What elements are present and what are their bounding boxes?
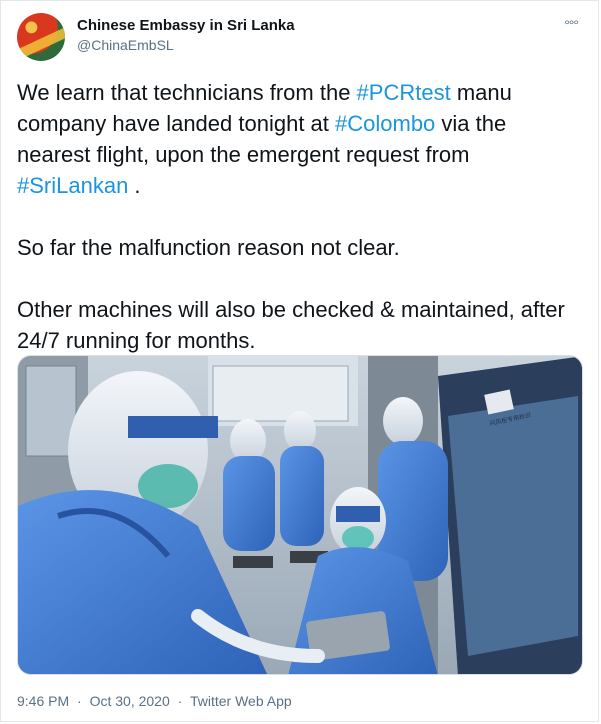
hashtag-link[interactable]: #SriLankan [17,173,128,198]
lab-photo-image: 问风柜专用标识 [18,356,582,674]
separator: · [77,693,82,709]
tweet-text: We learn that technicians from the #PCRt… [17,77,577,356]
tweet-footer: 9:46 PM · Oct 30, 2020 · Twitter Web App [17,693,292,709]
tweet-photo[interactable]: 问风柜专用标识 [17,355,583,675]
tweet-source[interactable]: Twitter Web App [190,693,292,709]
tweet-date[interactable]: Oct 30, 2020 [90,693,170,709]
tweet-paragraph-3: Other machines will also be checked & ma… [17,297,565,353]
tweet-paragraph-2: So far the malfunction reason not clear. [17,235,400,260]
user-handle[interactable]: @ChinaEmbSL [77,37,174,53]
tweet-card: Chinese Embassy in Sri Lanka @ChinaEmbSL… [0,0,599,722]
hashtag-link[interactable]: #PCRtest [357,80,451,105]
text-segment: . [128,173,141,198]
tweet-paragraph-1: We learn that technicians from the #PCRt… [17,77,577,201]
avatar[interactable] [17,13,65,61]
display-name[interactable]: Chinese Embassy in Sri Lanka [77,17,295,34]
more-horizontal-icon[interactable]: °°° [564,17,579,33]
hashtag-link[interactable]: #Colombo [335,111,435,136]
tweet-time[interactable]: 9:46 PM [17,693,69,709]
text-segment: We learn that technicians from the [17,80,357,105]
separator: · [177,693,183,709]
